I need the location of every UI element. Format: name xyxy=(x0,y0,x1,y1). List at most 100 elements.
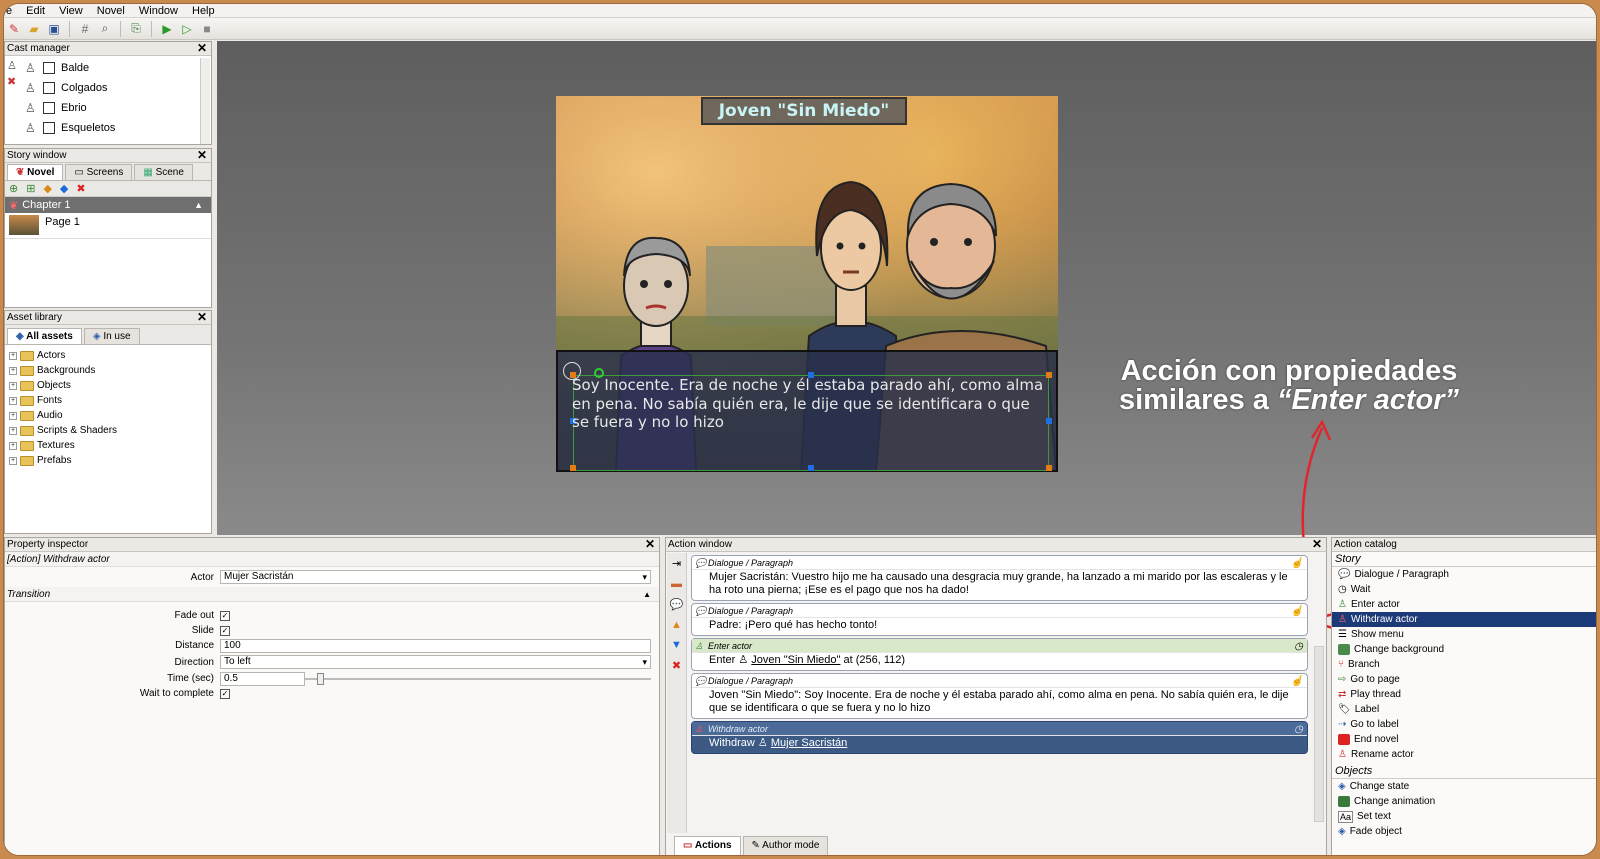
expand-icon[interactable]: + xyxy=(9,396,17,405)
play-icon[interactable]: ▶ xyxy=(159,21,175,37)
tab-author-mode[interactable]: ✎ Author mode xyxy=(742,836,829,855)
action-item[interactable]: 💬 Dialogue / Paragraph ☝ Joven "Sin Miedo"… xyxy=(691,673,1308,719)
catalog-set-text[interactable]: Aa Set text xyxy=(1332,809,1596,824)
tab-screens[interactable]: ▭ Screens xyxy=(65,164,133,180)
scrollbar[interactable] xyxy=(1314,646,1324,822)
move-down-icon[interactable]: ◆ xyxy=(60,182,68,195)
resize-handle[interactable] xyxy=(570,465,576,471)
tree-item[interactable]: + Textures xyxy=(5,438,211,453)
time-slider[interactable] xyxy=(305,672,651,686)
tree-item[interactable]: + Backgrounds xyxy=(5,363,211,378)
expand-icon[interactable]: + xyxy=(9,366,17,375)
menu-window[interactable]: Window xyxy=(139,5,178,17)
catalog-change-animation[interactable]: Change animation xyxy=(1332,794,1596,809)
tree-item[interactable]: + Audio xyxy=(5,408,211,423)
delete-icon[interactable]: ✖ xyxy=(672,659,681,672)
expand-icon[interactable]: + xyxy=(9,381,17,390)
page-row[interactable]: Page 1 xyxy=(5,213,211,239)
expand-icon[interactable]: + xyxy=(9,456,17,465)
tab-all-assets[interactable]: ◈ All assets xyxy=(7,328,82,344)
tab-novel[interactable]: ❦ Novel xyxy=(7,164,64,180)
remove-icon[interactable]: ▬ xyxy=(671,578,682,590)
slide-checkbox[interactable]: ✓ xyxy=(220,625,230,636)
chapter-row[interactable]: ❦ Chapter 1 ▲ xyxy=(5,197,211,213)
transition-header[interactable]: Transition ▲ xyxy=(5,587,659,602)
close-icon[interactable]: ✕ xyxy=(1312,538,1322,551)
comment-icon[interactable]: 💬 xyxy=(670,598,684,611)
tree-item[interactable]: + Actors xyxy=(5,348,211,363)
delete-icon[interactable]: ✖ xyxy=(7,74,19,90)
catalog-change-state[interactable]: ◈ Change state xyxy=(1332,779,1596,794)
distance-field[interactable]: 100 xyxy=(220,638,651,653)
catalog-rename-actor[interactable]: ♙ Rename actor xyxy=(1332,747,1596,762)
catalog-go-to-page[interactable]: ⇨ Go to page xyxy=(1332,672,1596,687)
tree-item[interactable]: + Scripts & Shaders xyxy=(5,423,211,438)
collapse-icon[interactable]: ▲ xyxy=(643,587,651,602)
move-down-icon[interactable]: ▼ xyxy=(671,639,682,651)
catalog-change-background[interactable]: Change background xyxy=(1332,642,1596,657)
grid-icon[interactable]: # xyxy=(77,21,93,37)
time-field[interactable]: 0.5 xyxy=(220,671,305,686)
move-up-icon[interactable]: ▲ xyxy=(671,619,682,631)
checkbox[interactable] xyxy=(43,82,55,94)
action-item-selected[interactable]: ♙ Withdraw actor ◷ Withdraw ♙ Mujer Sacris… xyxy=(691,721,1308,754)
fade-out-checkbox[interactable]: ✓ xyxy=(220,610,230,621)
menu-help[interactable]: Help xyxy=(192,5,215,17)
catalog-dialogue[interactable]: 💬 Dialogue / Paragraph xyxy=(1332,567,1596,582)
open-folder-icon[interactable]: ▰ xyxy=(26,21,42,37)
cast-item[interactable]: ♙ Colgados xyxy=(5,78,211,98)
tab-in-use[interactable]: ◈ In use xyxy=(83,328,140,344)
catalog-fade-object[interactable]: ◈ Fade object xyxy=(1332,824,1596,839)
resize-handle[interactable] xyxy=(808,465,814,471)
menu-file[interactable]: e xyxy=(6,5,12,17)
menu-novel[interactable]: Novel xyxy=(97,5,125,17)
action-item[interactable]: 💬 Dialogue / Paragraph ☝ Mujer Sacristán: … xyxy=(691,555,1308,601)
scene-canvas[interactable]: Joven "Sin Miedo" Soy Inocente. Era de n… xyxy=(556,96,1058,472)
close-icon[interactable]: ✕ xyxy=(645,538,655,551)
action-item[interactable]: 💬 Dialogue / Paragraph ☝ Padre: ¡Pero qué … xyxy=(691,603,1308,636)
export-icon[interactable]: ⎘ xyxy=(128,21,144,37)
actor-select[interactable]: Mujer Sacristán xyxy=(220,570,651,584)
play-from-page-icon[interactable]: ▷ xyxy=(179,21,195,37)
move-up-icon[interactable]: ◆ xyxy=(43,182,51,195)
catalog-go-to-label[interactable]: ⇢ Go to label xyxy=(1332,717,1596,732)
menu-edit[interactable]: Edit xyxy=(26,5,45,17)
character-nameplate[interactable]: Joven "Sin Miedo" xyxy=(701,97,907,125)
expand-icon[interactable]: + xyxy=(9,351,17,360)
expand-icon[interactable]: + xyxy=(9,426,17,435)
direction-select[interactable]: To left xyxy=(220,655,651,669)
catalog-show-menu[interactable]: ☰ Show menu xyxy=(1332,627,1596,642)
cast-item[interactable]: ♙ Esqueletos xyxy=(5,118,211,138)
catalog-enter-actor[interactable]: ♙ Enter actor xyxy=(1332,597,1596,612)
catalog-label[interactable]: 🏷 Label xyxy=(1332,702,1596,717)
actor-link[interactable]: Mujer Sacristán xyxy=(771,737,847,749)
action-item[interactable]: ♙ Enter actor ◷ Enter ♙ Joven "Sin Miedo" … xyxy=(691,638,1308,671)
catalog-withdraw-actor[interactable]: ♙ Withdraw actor xyxy=(1332,612,1596,627)
scrollbar[interactable] xyxy=(200,58,210,144)
expand-icon[interactable]: + xyxy=(9,411,17,420)
tab-actions[interactable]: ▭ Actions xyxy=(674,836,741,855)
catalog-play-thread[interactable]: ⇄ Play thread xyxy=(1332,687,1596,702)
collapse-icon[interactable]: ▲ xyxy=(194,200,203,210)
wait-checkbox[interactable]: ✓ xyxy=(220,688,230,699)
checkbox[interactable] xyxy=(43,122,55,134)
tree-item[interactable]: + Prefabs xyxy=(5,453,211,468)
checkbox[interactable] xyxy=(43,62,55,74)
cast-item[interactable]: ♙ Balde xyxy=(5,58,211,78)
menu-view[interactable]: View xyxy=(59,5,83,17)
add-page-icon[interactable]: ⊞ xyxy=(26,182,35,195)
close-icon[interactable]: ✕ xyxy=(197,42,207,55)
new-icon[interactable]: ✎ xyxy=(6,21,22,37)
close-icon[interactable]: ✕ xyxy=(197,149,207,162)
catalog-end-novel[interactable]: End novel xyxy=(1332,732,1596,747)
tree-item[interactable]: + Fonts xyxy=(5,393,211,408)
catalog-wait[interactable]: ◷ Wait xyxy=(1332,582,1596,597)
slider-thumb[interactable] xyxy=(317,672,324,685)
catalog-branch[interactable]: ⑂ Branch xyxy=(1332,657,1596,672)
add-chapter-icon[interactable]: ⊕ xyxy=(9,182,18,195)
delete-icon[interactable]: ✖ xyxy=(76,182,85,195)
person-icon[interactable]: ♙ xyxy=(7,58,19,74)
close-icon[interactable]: ✕ xyxy=(197,311,207,324)
stop-icon[interactable]: ■ xyxy=(199,21,215,37)
actor-link[interactable]: Joven "Sin Miedo" xyxy=(751,654,840,666)
